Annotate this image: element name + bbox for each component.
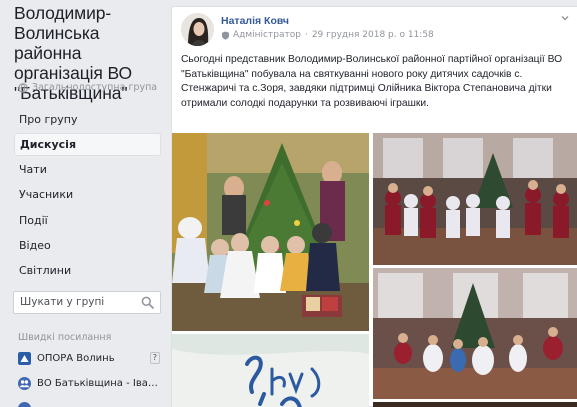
search-icon[interactable]	[141, 296, 154, 309]
post-role: Адміністратор	[233, 30, 301, 40]
shield-icon	[222, 31, 229, 40]
shortcut-batkivshchyna-ivan[interactable]: ВО Батьківщина - Іван...	[18, 375, 160, 391]
photo-hall-play-image	[373, 268, 577, 399]
chevron-down-icon[interactable]	[560, 13, 570, 23]
post-photo[interactable]	[172, 133, 369, 331]
nav-item-about[interactable]: Про групу	[14, 107, 161, 132]
post-photo[interactable]	[172, 334, 369, 407]
post-meta: Адміністратор · 29 грудня 2018 р. о 11:5…	[221, 30, 434, 40]
photo-hall-children-image	[373, 133, 577, 265]
post-photo[interactable]	[373, 402, 577, 407]
nav-item-chats[interactable]: Чати	[14, 157, 161, 182]
shortcut-label: ВО Батьківщина - Іван...	[37, 377, 160, 389]
group-icon	[18, 376, 31, 390]
globe-icon	[18, 82, 28, 93]
group-nav: Про групу Дискусія Чати Учасники Події В…	[14, 107, 161, 283]
nav-item-discussion[interactable]: Дискусія	[14, 133, 161, 157]
avatar[interactable]	[181, 13, 214, 46]
meta-separator: ·	[304, 30, 308, 40]
shortcut-third[interactable]	[18, 400, 160, 407]
photo-kids-tree-image	[172, 133, 369, 331]
nav-item-members[interactable]: Учасники	[14, 182, 161, 207]
post-photo[interactable]	[373, 133, 577, 265]
group-icon	[18, 401, 31, 407]
post-timestamp[interactable]: 29 грудня 2018 р. о 11:58	[312, 30, 434, 40]
group-search-box	[13, 291, 161, 314]
left-sidebar: Володимир-Волинська районна організація …	[0, 0, 166, 407]
avatar-image	[181, 13, 214, 46]
triangle-flag-icon	[18, 351, 31, 365]
privacy-text: Загальнодоступна група	[32, 82, 158, 93]
nav-item-photos[interactable]: Світлини	[14, 258, 161, 283]
post-photo[interactable]	[373, 268, 577, 399]
shortcut-label: ОПОРА Волинь	[37, 352, 115, 364]
post-text: Сьогодні представник Володимир-Волинсько…	[181, 54, 563, 109]
post-card: Наталія Ковч Адміністратор · 29 грудня 2…	[171, 6, 577, 407]
nav-item-videos[interactable]: Відео	[14, 233, 161, 258]
nav-item-events[interactable]: Події	[14, 208, 161, 233]
shortcut-badge: ?	[149, 352, 160, 364]
group-privacy-label: Загальнодоступна група	[18, 82, 157, 93]
shortcuts-heading: Швидкі посилання	[18, 332, 112, 343]
group-search-input[interactable]	[20, 296, 135, 308]
post-author[interactable]: Наталія Ковч	[221, 15, 289, 27]
photo-greeting-card-image	[172, 334, 369, 407]
shortcut-opora[interactable]: ОПОРА Волинь ?	[18, 350, 160, 366]
